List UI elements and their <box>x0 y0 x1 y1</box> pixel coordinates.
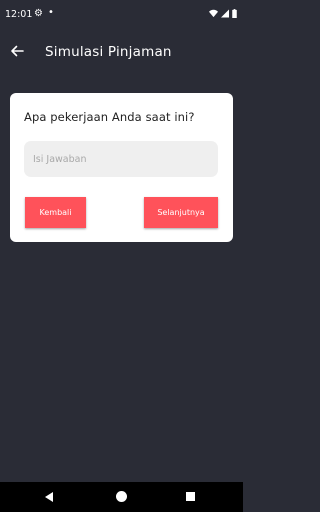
navigation-bar <box>0 482 243 512</box>
status-bar: 12:01 ⚙ • <box>0 0 243 30</box>
status-icons <box>209 9 237 18</box>
answer-input[interactable] <box>24 141 218 177</box>
gear-icon: ⚙ <box>34 8 43 19</box>
question-card: Apa pekerjaan Anda saat ini? Kembali Sel… <box>10 93 233 242</box>
next-button[interactable]: Selanjutnya <box>144 197 218 228</box>
arrow-left-icon[interactable] <box>9 43 25 59</box>
wifi-icon <box>209 9 218 18</box>
nav-home-icon[interactable] <box>116 491 127 502</box>
battery-icon <box>232 9 237 18</box>
back-button[interactable]: Kembali <box>25 197 86 228</box>
status-time: 12:01 <box>5 9 33 20</box>
question-text: Apa pekerjaan Anda saat ini? <box>24 110 195 124</box>
dot-icon: • <box>48 7 54 18</box>
signal-icon <box>221 9 229 18</box>
page-title: Simulasi Pinjaman <box>45 44 172 60</box>
nav-recents-icon[interactable] <box>186 492 195 501</box>
nav-back-icon[interactable] <box>43 491 55 503</box>
app-bar: Simulasi Pinjaman <box>0 30 243 76</box>
